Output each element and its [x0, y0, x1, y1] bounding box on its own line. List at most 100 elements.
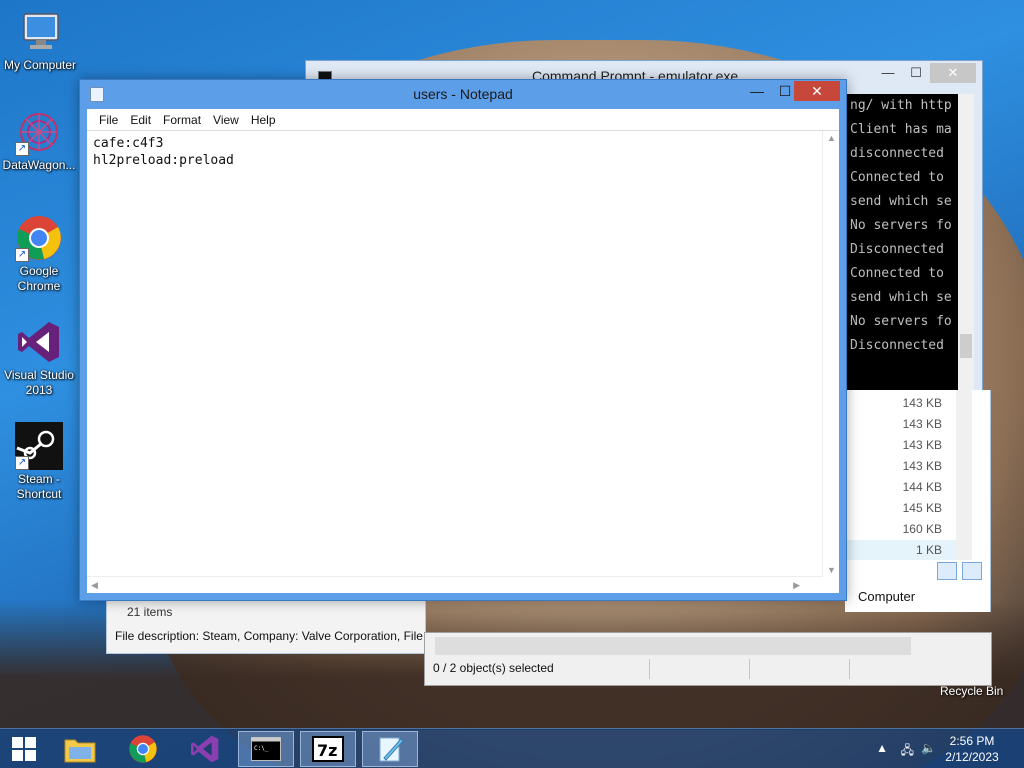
desktop-icon-steam[interactable]: ↗ Steam - Shortcut — [1, 422, 77, 502]
desktop-icon-label: Steam - Shortcut — [16, 472, 62, 501]
document-text[interactable]: cafe:c4f3 hl2preload:preload — [93, 135, 234, 169]
scroll-right-icon[interactable]: ▶ — [793, 580, 800, 591]
console-output[interactable]: ng/ with http Client has ma disconnected… — [846, 94, 958, 394]
scroll-left-icon[interactable]: ◀ — [91, 580, 98, 591]
start-button[interactable] — [0, 731, 48, 767]
command-prompt-icon: C:\_ — [251, 737, 281, 761]
window-title: users - Notepad — [413, 86, 513, 102]
file-size-cell: 143 KB — [902, 459, 942, 473]
steam-icon: ↗ — [15, 422, 63, 470]
console-line: Client has ma — [850, 122, 952, 137]
console-line: Disconnected — [850, 242, 944, 257]
menu-file[interactable]: File — [93, 113, 124, 127]
desktop-icon-datawagon[interactable]: ↗ DataWagon... — [1, 108, 77, 173]
desktop-icon-google-chrome[interactable]: ↗ Google Chrome — [1, 214, 77, 294]
item-count: 21 items — [127, 605, 173, 619]
vertical-scrollbar[interactable]: ▲ ▼ — [822, 131, 839, 577]
desktop-icon-label: Google Chrome — [17, 264, 61, 293]
taskbar-chrome[interactable] — [115, 731, 171, 767]
visual-studio-icon — [191, 735, 219, 763]
scrollbar-thumb[interactable] — [960, 334, 972, 358]
windows-logo-icon — [12, 737, 36, 761]
console-line: ng/ with http — [850, 98, 952, 113]
file-size-cell: 1 KB — [915, 543, 942, 557]
console-line: disconnected — [850, 146, 944, 161]
console-line: Connected to — [850, 266, 944, 281]
svg-text:7z: 7z — [317, 741, 337, 760]
datawagon-icon: ↗ — [15, 108, 63, 156]
console-line: send which se — [850, 194, 952, 209]
folder-icon — [64, 739, 96, 763]
status-divider — [749, 659, 750, 679]
selection-status: 0 / 2 object(s) selected — [433, 661, 554, 675]
computer-icon — [16, 8, 64, 56]
file-size-cell: 144 KB — [902, 480, 942, 494]
clock-time: 2:56 PM — [949, 734, 995, 748]
scroll-up-icon[interactable]: ▲ — [827, 133, 836, 143]
shortcut-arrow-icon: ↗ — [15, 248, 29, 262]
desktop-icon-label: DataWagon... — [2, 158, 76, 172]
notepad-icon — [379, 737, 404, 762]
clock[interactable]: 2:56 PM 2/12/2023 — [940, 733, 1004, 765]
desktop-icon-label: Visual Studio 2013 — [4, 368, 74, 397]
file-size-cell: 160 KB — [902, 522, 942, 536]
details-view-button[interactable] — [937, 562, 957, 580]
chrome-icon: ↗ — [15, 214, 63, 262]
status-divider — [649, 659, 650, 679]
console-line: No servers fo — [850, 218, 952, 233]
shortcut-arrow-icon: ↗ — [15, 142, 29, 156]
clock-date: 2/12/2023 — [945, 750, 999, 764]
menu-view[interactable]: View — [207, 113, 245, 127]
show-hidden-icons-icon[interactable]: ▲ — [876, 741, 888, 755]
explorer-status-area: 21 items File description: Steam, Compan… — [106, 598, 432, 654]
status-divider — [849, 659, 850, 679]
file-size-cell: 143 KB — [902, 417, 942, 431]
minimize-button[interactable]: — — [744, 81, 770, 101]
taskbar-file-explorer[interactable] — [52, 731, 108, 767]
menu-format[interactable]: Format — [157, 113, 207, 127]
close-button[interactable]: ✕ — [930, 63, 976, 83]
desktop-icon-label: My Computer — [3, 58, 77, 72]
close-button[interactable]: ✕ — [794, 81, 840, 101]
console-scrollbar[interactable] — [958, 94, 974, 394]
taskbar: C:\_ 7z ▲ 🖧 🔈 2:56 PM 2/12/2023 — [0, 728, 1024, 768]
notepad-window[interactable]: users - Notepad — ☐ ✕ File Edit Format V… — [79, 79, 847, 601]
file-size-cell: 143 KB — [902, 396, 942, 410]
taskbar-7zip[interactable]: 7z — [300, 731, 356, 767]
visual-studio-icon — [15, 318, 63, 366]
minimize-button[interactable]: — — [874, 63, 902, 83]
file-list-scrollbar[interactable] — [956, 390, 972, 560]
menu-edit[interactable]: Edit — [124, 113, 157, 127]
volume-icon[interactable]: 🔈 — [921, 741, 936, 755]
console-line: Disconnected — [850, 338, 944, 353]
selected-row-highlight — [847, 540, 965, 560]
horizontal-scrollbar[interactable] — [435, 637, 911, 655]
desktop-icon-recycle-bin[interactable]: Recycle Bin — [940, 684, 1003, 698]
title-bar[interactable]: users - Notepad — ☐ ✕ — [80, 80, 846, 108]
horizontal-scrollbar[interactable]: ◀ ▶ — [87, 576, 822, 593]
taskbar-notepad[interactable] — [362, 731, 418, 767]
explorer-file-list[interactable]: 143 KB 143 KB 143 KB 143 KB 144 KB 145 K… — [845, 390, 991, 612]
text-editor[interactable]: cafe:c4f3 hl2preload:preload ▲ ▼ ◀ ▶ — [87, 130, 839, 593]
desktop-icon-visual-studio[interactable]: Visual Studio 2013 — [1, 318, 77, 398]
file-size-cell: 145 KB — [902, 501, 942, 515]
maximize-button[interactable]: ☐ — [902, 63, 930, 83]
file-description: File description: Steam, Company: Valve … — [115, 629, 433, 643]
7zip-icon: 7z — [312, 736, 344, 762]
console-line: No servers fo — [850, 314, 952, 329]
console-line: Connected to — [850, 170, 944, 185]
file-size-cell: 143 KB — [902, 438, 942, 452]
network-icon[interactable]: 🖧 — [901, 741, 914, 762]
7zip-status-bar: 0 / 2 object(s) selected — [424, 632, 992, 686]
taskbar-command-prompt[interactable]: C:\_ — [238, 731, 294, 767]
scroll-down-icon[interactable]: ▼ — [827, 565, 836, 575]
menu-help[interactable]: Help — [245, 113, 282, 127]
large-icons-view-button[interactable] — [962, 562, 983, 580]
console-line: send which se — [850, 290, 952, 305]
menu-bar: File Edit Format View Help — [87, 109, 839, 130]
navigation-item-computer[interactable]: Computer — [858, 589, 915, 604]
taskbar-visual-studio[interactable] — [177, 731, 233, 767]
desktop-icon-my-computer[interactable]: My Computer — [2, 8, 78, 73]
svg-text:C:\_: C:\_ — [254, 745, 269, 752]
chrome-icon — [129, 735, 157, 763]
